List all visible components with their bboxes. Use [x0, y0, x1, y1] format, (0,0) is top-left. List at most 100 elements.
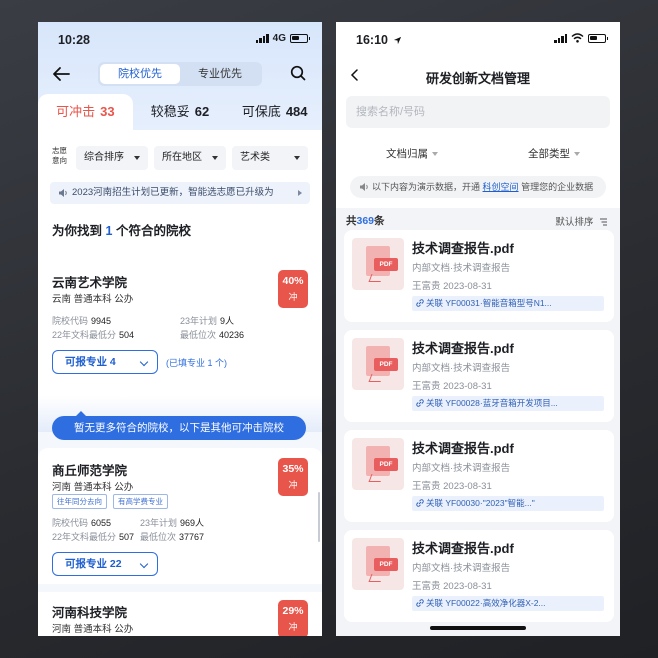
available-majors-button[interactable]: 可报专业 4: [52, 350, 158, 374]
pdf-acrobat-mark: [368, 474, 384, 482]
document-card[interactable]: PDF 技术调查报告.pdf 内部文档·技术调查报告 王富贵 2023-08-31 关联…: [344, 530, 614, 622]
total-count: 共369条: [346, 213, 385, 228]
speaker-icon: [59, 189, 67, 197]
probability-level: 冲: [288, 292, 298, 302]
school-min-score-label: 22年文科最低分: [52, 330, 117, 340]
school-min-rank: 最低位次 37767: [140, 530, 204, 543]
filter-doc-owner[interactable]: 文档归属: [386, 146, 438, 161]
home-indicator[interactable]: [430, 626, 526, 630]
nav-bar: 研发创新文档管理: [336, 56, 620, 96]
pdf-acrobat-mark: [368, 374, 384, 382]
tab-reach[interactable]: 可冲击 33: [38, 94, 133, 130]
pdf-acrobat-mark: [368, 274, 384, 282]
search-area: [336, 96, 620, 136]
open-space-link[interactable]: 科创空间: [483, 182, 519, 192]
school-code-label: 院校代码: [52, 518, 89, 528]
search-input[interactable]: [346, 96, 610, 128]
filter-category-chip[interactable]: 艺术类: [232, 146, 308, 170]
tab-safe-count: 484: [285, 104, 308, 119]
pdf-file-icon: PDF: [352, 538, 404, 590]
link-icon: [416, 499, 424, 507]
link-icon: [416, 599, 424, 607]
location-arrow-icon: [394, 36, 402, 45]
priority-segmented-control: 院校优先 专业优先: [98, 62, 262, 86]
tab-safe[interactable]: 可保底 484: [227, 94, 322, 130]
school-min-rank-label: 最低位次: [140, 532, 177, 542]
school-min-rank-value: 37767: [179, 532, 205, 542]
result-count-number: 1: [105, 224, 113, 238]
admit-probability-badge: 40% 冲: [278, 270, 308, 308]
document-name: 技术调查报告.pdf: [412, 341, 514, 356]
document-name: 技术调查报告.pdf: [412, 441, 514, 456]
tab-stable[interactable]: 较稳妥 62: [133, 94, 228, 130]
sort-dropdown[interactable]: 默认排序: [555, 214, 608, 228]
tab-safe-label: 可保底: [241, 104, 281, 119]
update-notice[interactable]: 2023河南招生计划已更新，智能选志愿已升级为: [50, 182, 310, 204]
update-notice-text: 2023河南招生计划已更新，智能选志愿已升级为: [72, 187, 274, 198]
link-icon: [416, 399, 424, 407]
school-plan: 23年计划 9人: [180, 314, 234, 327]
seg-major-first[interactable]: 专业优先: [180, 64, 260, 84]
document-card[interactable]: PDF 技术调查报告.pdf 内部文档·技术调查报告 王富贵 2023-08-31 关联…: [344, 430, 614, 522]
scrollbar[interactable]: [318, 492, 320, 542]
document-author-date: 王富贵 2023-08-31: [412, 381, 492, 392]
status-time: 16:10: [356, 33, 402, 47]
school-min-rank: 最低位次 40236: [180, 328, 244, 341]
tab-stable-label: 较稳妥: [150, 104, 190, 119]
battery-icon: [588, 33, 608, 43]
search-icon[interactable]: [290, 65, 306, 81]
school-plan-value: 969人: [180, 518, 205, 528]
school-name: 河南科技学院: [52, 606, 128, 620]
document-relation-link[interactable]: 关联 YF00022·高效净化器X-2...: [412, 596, 604, 611]
probability-percent: 35%: [282, 463, 304, 475]
pdf-file-icon: PDF: [352, 238, 404, 290]
status-bar: 10:28 4G: [38, 22, 322, 56]
school-tags: 往年同分去向 有高学费专业: [52, 494, 168, 509]
admit-probability-badge: 29% 冲: [278, 600, 308, 636]
right-phone-screen: 16:10 研发创新文档管理 文档归属 全部类型 以下内容为演示数据，开通 科创…: [336, 22, 620, 636]
status-icons: [554, 33, 608, 43]
school-meta: 河南 普通本科 公办: [52, 482, 134, 493]
nav-bar: 院校优先 专业优先: [38, 56, 322, 94]
total-count-number: 369: [356, 215, 375, 227]
available-majors-button[interactable]: 可报专业 22: [52, 552, 158, 576]
school-plan-label: 23年计划: [180, 316, 218, 326]
document-author-date: 王富贵 2023-08-31: [412, 281, 492, 292]
filled-majors-note: (已填专业 1 个): [166, 358, 228, 368]
school-min-score-value: 504: [119, 330, 135, 340]
school-min-score: 22年文科最低分 504: [52, 328, 134, 341]
filter-region-chip[interactable]: 所在地区: [154, 146, 226, 170]
document-relation-text: 关联 YF00022·高效净化器X-2...: [426, 598, 546, 608]
document-relation-text: 关联 YF00030·"2023"智能...": [426, 498, 535, 508]
document-relation-link[interactable]: 关联 YF00028·蓝牙音箱开发项目...: [412, 396, 604, 411]
school-code-value: 9945: [91, 316, 112, 326]
card-divider: [38, 584, 322, 592]
probability-percent: 40%: [282, 275, 304, 287]
seg-school-first[interactable]: 院校优先: [100, 64, 180, 84]
back-arrow-icon[interactable]: [52, 66, 70, 82]
document-name: 技术调查报告.pdf: [412, 541, 514, 556]
speaker-icon: [360, 183, 368, 191]
school-name: 商丘师范学院: [52, 464, 128, 478]
pdf-label: PDF: [374, 258, 398, 271]
document-relation-link[interactable]: 关联 YF00031·智能音箱型号N1...: [412, 296, 604, 311]
school-min-rank-label: 最低位次: [180, 330, 217, 340]
result-count-suffix: 个符合的院校: [115, 224, 191, 238]
document-relation-link[interactable]: 关联 YF00030·"2023"智能...": [412, 496, 604, 511]
school-code: 院校代码 6055: [52, 516, 111, 529]
school-plan-value: 9人: [220, 316, 235, 326]
filter-label: 志愿意向: [52, 146, 67, 165]
signal-icon: [554, 33, 567, 43]
document-card[interactable]: PDF 技术调查报告.pdf 内部文档·技术调查报告 王富贵 2023-08-31 关联…: [344, 330, 614, 422]
tag-history-score[interactable]: 往年同分去向: [52, 494, 107, 509]
total-count-prefix: 共: [346, 215, 357, 227]
status-time-text: 16:10: [356, 33, 388, 47]
probability-level: 冲: [288, 622, 298, 632]
pdf-label: PDF: [374, 458, 398, 471]
filter-sort-chip[interactable]: 综合排序: [76, 146, 148, 170]
pdf-file-icon: PDF: [352, 438, 404, 490]
tag-high-tuition[interactable]: 有高学费专业: [113, 494, 168, 509]
chevron-right-icon: [298, 190, 302, 196]
filter-doc-type[interactable]: 全部类型: [528, 146, 580, 161]
document-card[interactable]: PDF 技术调查报告.pdf 内部文档·技术调查报告 王富贵 2023-08-31 关联…: [344, 230, 614, 322]
